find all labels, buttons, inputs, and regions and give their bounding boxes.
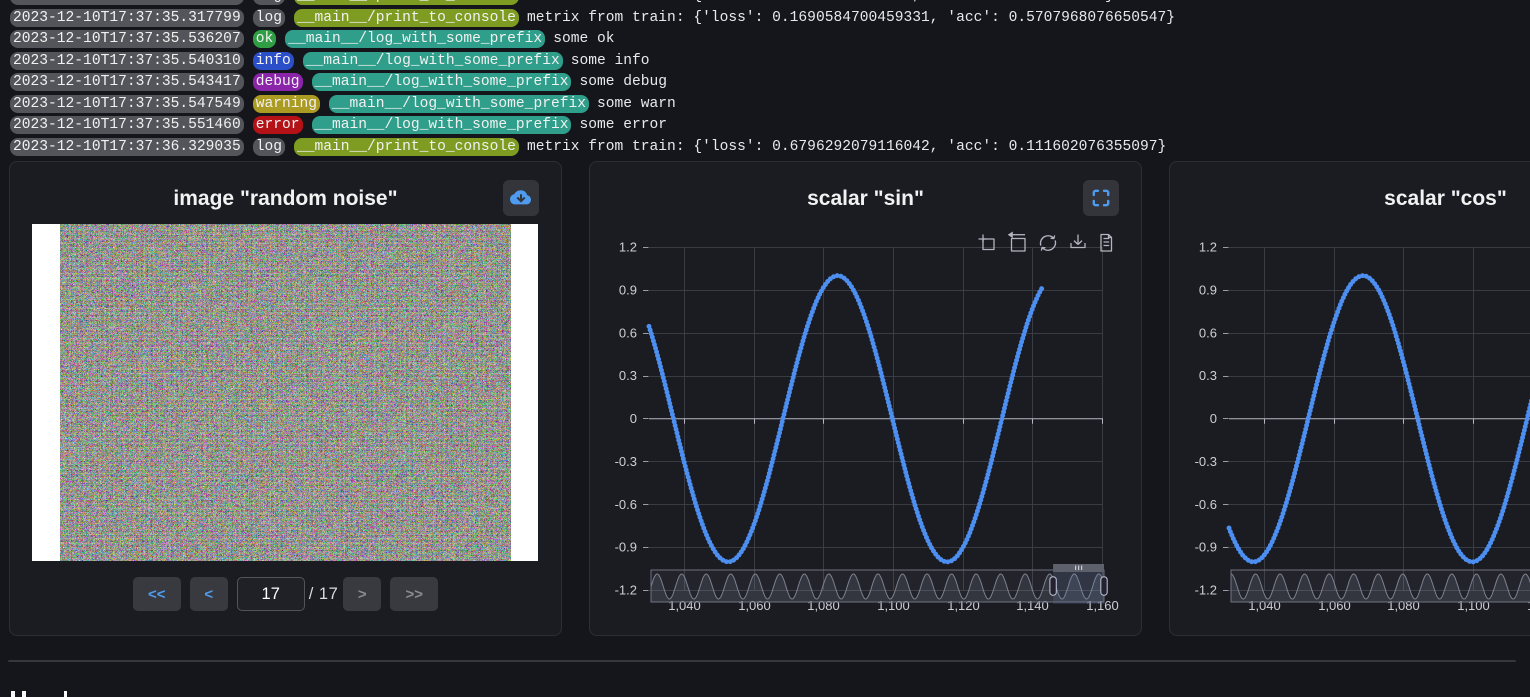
svg-text:-0.6: -0.6 — [1195, 497, 1217, 512]
svg-text:-0.3: -0.3 — [615, 454, 637, 469]
svg-text:-0.6: -0.6 — [615, 497, 637, 512]
svg-text:0: 0 — [1210, 411, 1217, 426]
svg-text:0: 0 — [630, 411, 637, 426]
svg-text:0.3: 0.3 — [1199, 368, 1217, 383]
svg-text:0.6: 0.6 — [619, 325, 637, 340]
svg-text:1.2: 1.2 — [1199, 240, 1217, 255]
svg-text:-0.3: -0.3 — [1195, 454, 1217, 469]
svg-text:-1.2: -1.2 — [615, 583, 637, 598]
svg-text:0.9: 0.9 — [1199, 283, 1217, 298]
svg-text:-0.9: -0.9 — [615, 540, 637, 555]
svg-text:-0.9: -0.9 — [1195, 540, 1217, 555]
svg-text:0.9: 0.9 — [619, 283, 637, 298]
svg-text:1.2: 1.2 — [619, 240, 637, 255]
svg-text:0.3: 0.3 — [619, 368, 637, 383]
svg-text:-1.2: -1.2 — [1195, 583, 1217, 598]
svg-text:0.6: 0.6 — [1199, 325, 1217, 340]
